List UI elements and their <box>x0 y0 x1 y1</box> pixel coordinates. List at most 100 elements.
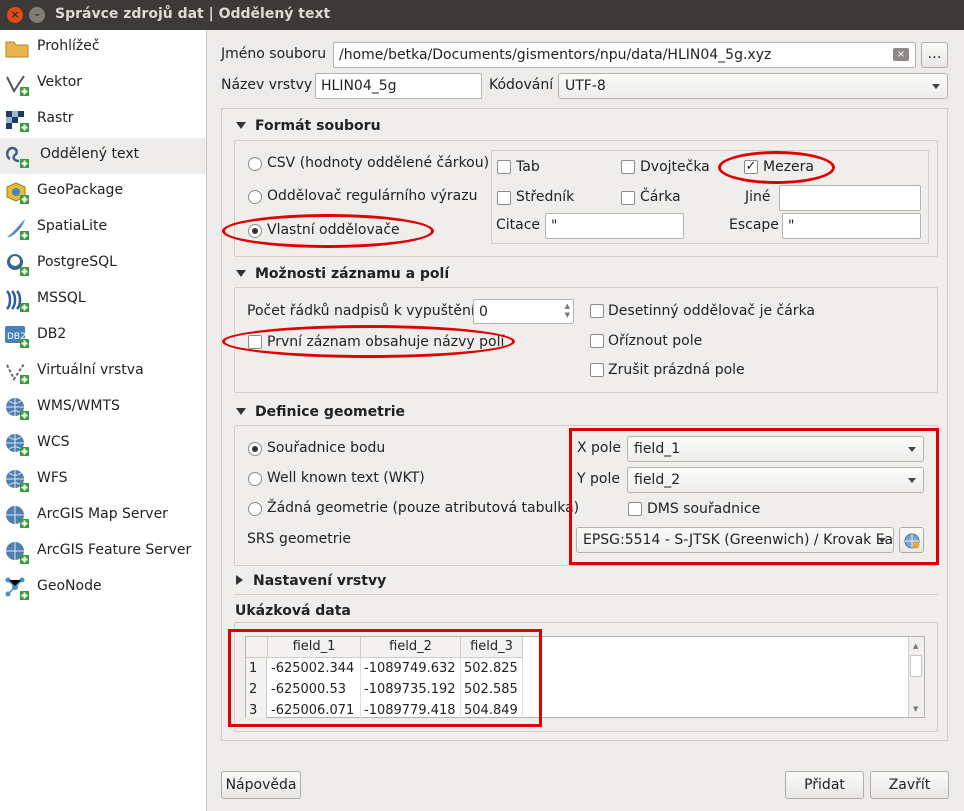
section-layer-settings[interactable]: Nastavení vrstvy <box>236 573 386 589</box>
no-geometry-radio[interactable] <box>248 502 262 516</box>
trim-fields-checkbox[interactable] <box>590 334 604 348</box>
sidebar-item-db2[interactable]: DB2 DB2 <box>0 318 206 354</box>
section-records-title: Možnosti záznamu a polí <box>255 266 450 282</box>
sidebar-item-label: Prohlížeč <box>37 38 100 54</box>
arcgis-map-icon <box>4 503 30 529</box>
sidebar-item-label: Rastr <box>37 110 74 126</box>
file-name-label: Jméno souboru <box>221 46 327 62</box>
decimal-comma-checkbox[interactable] <box>590 304 604 318</box>
spin-arrows-icon[interactable]: ▲ ▼ <box>565 302 570 320</box>
expand-triangle-icon <box>236 575 243 585</box>
encoding-select[interactable]: UTF-8 <box>558 73 948 99</box>
scroll-down-icon[interactable]: ▼ <box>913 705 918 713</box>
sidebar-item-vektor[interactable]: Vektor <box>0 66 206 102</box>
close-button[interactable]: Zavřít <box>870 771 949 799</box>
sidebar-item-label: WFS <box>37 470 68 486</box>
regex-radio[interactable] <box>248 190 262 204</box>
quote-input[interactable]: " <box>545 213 684 239</box>
annotation-box-sample <box>228 629 542 727</box>
sidebar: Prohlížeč Vektor Rastr Oddělený text Geo… <box>0 30 207 811</box>
collapse-triangle-icon <box>236 408 246 415</box>
layer-name-input[interactable]: HLIN04_5g <box>315 73 482 99</box>
scroll-up-icon[interactable]: ▲ <box>913 642 918 650</box>
trim-fields-label: Oříznout pole <box>608 333 703 349</box>
mssql-icon <box>4 287 30 313</box>
point-coordinates-radio[interactable] <box>248 442 262 456</box>
comma-label: Čárka <box>640 189 681 205</box>
clear-icon[interactable]: × <box>893 48 909 61</box>
scrollbar-thumb[interactable] <box>910 655 922 677</box>
annotation-ellipse-space <box>718 151 835 184</box>
sidebar-item-geopackage[interactable]: GeoPackage <box>0 174 206 210</box>
delimited-text-icon <box>4 143 30 169</box>
browse-button[interactable]: … <box>921 42 948 68</box>
sidebar-item-label: DB2 <box>37 326 67 342</box>
colon-checkbox[interactable] <box>621 160 635 174</box>
section-format-title: Formát souboru <box>255 118 381 134</box>
comma-checkbox[interactable] <box>621 191 635 205</box>
wfs-icon <box>4 467 30 493</box>
colon-label: Dvojtečka <box>640 159 710 175</box>
table-scrollbar[interactable]: ▲ ▼ <box>908 637 924 717</box>
sidebar-item-wms[interactable]: WMS/WMTS <box>0 390 206 426</box>
sidebar-item-geonode[interactable]: GeoNode <box>0 570 206 606</box>
chevron-down-icon <box>932 84 940 89</box>
folder-icon <box>4 35 30 61</box>
sidebar-item-label: Vektor <box>37 74 83 90</box>
postgresql-icon <box>4 251 30 277</box>
sidebar-item-mssql[interactable]: MSSQL <box>0 282 206 318</box>
encoding-label: Kódování <box>489 77 554 93</box>
arcgis-feature-icon <box>4 539 30 565</box>
skip-lines-label: Počet řádků nadpisů k vypuštění <box>247 303 475 319</box>
decimal-comma-label: Desetinný oddělovač je čárka <box>608 303 816 319</box>
sidebar-item-label: WCS <box>37 434 70 450</box>
file-name-input[interactable]: /home/betka/Documents/gismentors/npu/dat… <box>333 42 916 68</box>
sidebar-item-label: GeoPackage <box>37 182 124 198</box>
sidebar-item-label: PostgreSQL <box>37 254 117 270</box>
escape-value: " <box>788 218 795 234</box>
sidebar-item-rastr[interactable]: Rastr <box>0 102 206 138</box>
window-minimize-button[interactable]: – <box>29 7 45 23</box>
sample-data-title: Ukázková data <box>235 603 351 619</box>
sidebar-item-prohlizec[interactable]: Prohlížeč <box>0 30 206 66</box>
add-button[interactable]: Přidat <box>785 771 864 799</box>
sidebar-item-oddeleny-text[interactable]: Oddělený text <box>0 138 206 174</box>
wkt-label: Well known text (WKT) <box>267 470 425 486</box>
tab-checkbox[interactable] <box>497 160 511 174</box>
sidebar-item-spatialite[interactable]: SpatiaLite <box>0 210 206 246</box>
sidebar-item-label: ArcGIS Feature Server <box>37 542 192 558</box>
skip-lines-spinbox[interactable]: 0 ▲ ▼ <box>473 299 574 324</box>
section-format[interactable]: Formát souboru <box>236 118 381 134</box>
wms-icon <box>4 395 30 421</box>
divider <box>234 594 938 595</box>
semicolon-checkbox[interactable] <box>497 191 511 205</box>
window-close-button[interactable]: × <box>7 7 23 23</box>
sidebar-item-arcgis-map-server[interactable]: ArcGIS Map Server <box>0 498 206 534</box>
annotation-box-geometry <box>569 428 939 565</box>
escape-input[interactable]: " <box>782 213 921 239</box>
csv-radio[interactable] <box>248 157 262 171</box>
skip-lines-value: 0 <box>479 304 488 320</box>
quote-value: " <box>551 218 558 234</box>
section-records[interactable]: Možnosti záznamu a polí <box>236 266 449 282</box>
title-bar: × – Správce zdrojů dat | Oddělený text <box>0 0 964 30</box>
file-name-value: /home/betka/Documents/gismentors/npu/dat… <box>339 47 772 63</box>
quote-label: Citace <box>496 217 541 233</box>
layer-name-value: HLIN04_5g <box>321 78 397 94</box>
sidebar-item-postgresql[interactable]: PostgreSQL <box>0 246 206 282</box>
virtual-layer-icon <box>4 359 30 385</box>
sidebar-item-label: Virtuální vrstva <box>37 362 144 378</box>
help-button[interactable]: Nápověda <box>221 771 301 799</box>
semicolon-label: Středník <box>516 189 575 205</box>
sidebar-item-wfs[interactable]: WFS <box>0 462 206 498</box>
sidebar-item-arcgis-feature-server[interactable]: ArcGIS Feature Server <box>0 534 206 570</box>
sidebar-item-wcs[interactable]: WCS <box>0 426 206 462</box>
section-geometry[interactable]: Definice geometrie <box>236 404 405 420</box>
spatialite-icon <box>4 215 30 241</box>
sidebar-item-virtualni-vrstva[interactable]: Virtuální vrstva <box>0 354 206 390</box>
discard-empty-checkbox[interactable] <box>590 363 604 377</box>
wcs-icon <box>4 431 30 457</box>
wkt-radio[interactable] <box>248 472 262 486</box>
encoding-value: UTF-8 <box>565 78 606 94</box>
other-delimiter-input[interactable] <box>779 185 921 211</box>
